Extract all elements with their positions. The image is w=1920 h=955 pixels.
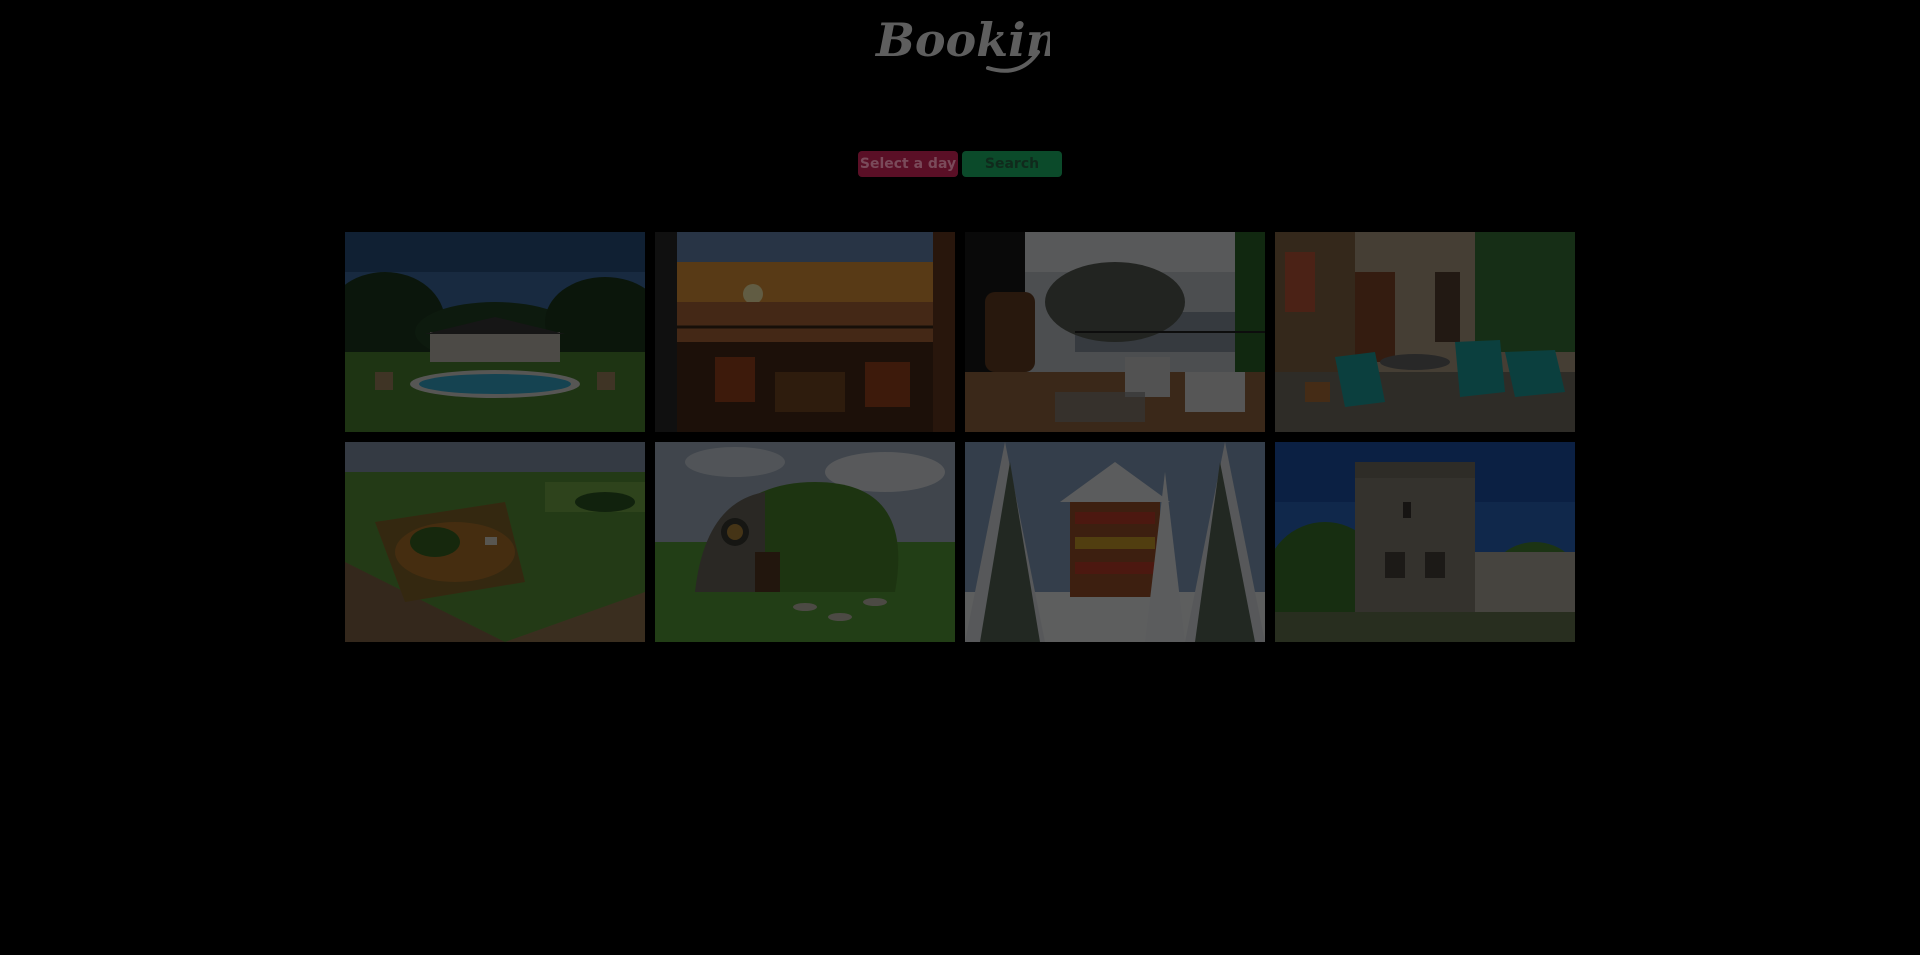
listing-photo-hobbit-house[interactable] bbox=[655, 442, 955, 642]
stone-patio-image bbox=[1275, 232, 1575, 432]
snowy-chalet-image bbox=[965, 442, 1265, 642]
page: Booking Select a day Search bbox=[0, 0, 1920, 955]
listing-photo-stone-patio[interactable] bbox=[1275, 232, 1575, 432]
stone-tower-image bbox=[1275, 442, 1575, 642]
sunset-terrace-image bbox=[655, 232, 955, 432]
villa-pool-image bbox=[345, 232, 645, 432]
search-controls: Select a day Search bbox=[858, 151, 1062, 177]
select-day-button[interactable]: Select a day bbox=[858, 151, 958, 177]
search-button[interactable]: Search bbox=[962, 151, 1062, 177]
listing-photo-villa-pool[interactable] bbox=[345, 232, 645, 432]
listing-photo-sunset-terrace[interactable] bbox=[655, 232, 955, 432]
listing-photo-stone-tower[interactable] bbox=[1275, 442, 1575, 642]
logo-mark: Booking bbox=[874, 13, 1091, 73]
aerial-estate-image bbox=[345, 442, 645, 642]
hobbit-house-image bbox=[655, 442, 955, 642]
listing-photo-snowy-chalet[interactable] bbox=[965, 442, 1265, 642]
listing-photo-lake-balcony[interactable] bbox=[965, 232, 1265, 432]
booking-logo[interactable]: Booking bbox=[870, 8, 1091, 82]
logo-text: Booking bbox=[874, 13, 1050, 67]
listing-photo-aerial-estate[interactable] bbox=[345, 442, 645, 642]
lake-balcony-image bbox=[965, 232, 1265, 432]
listing-gallery bbox=[345, 232, 1575, 642]
